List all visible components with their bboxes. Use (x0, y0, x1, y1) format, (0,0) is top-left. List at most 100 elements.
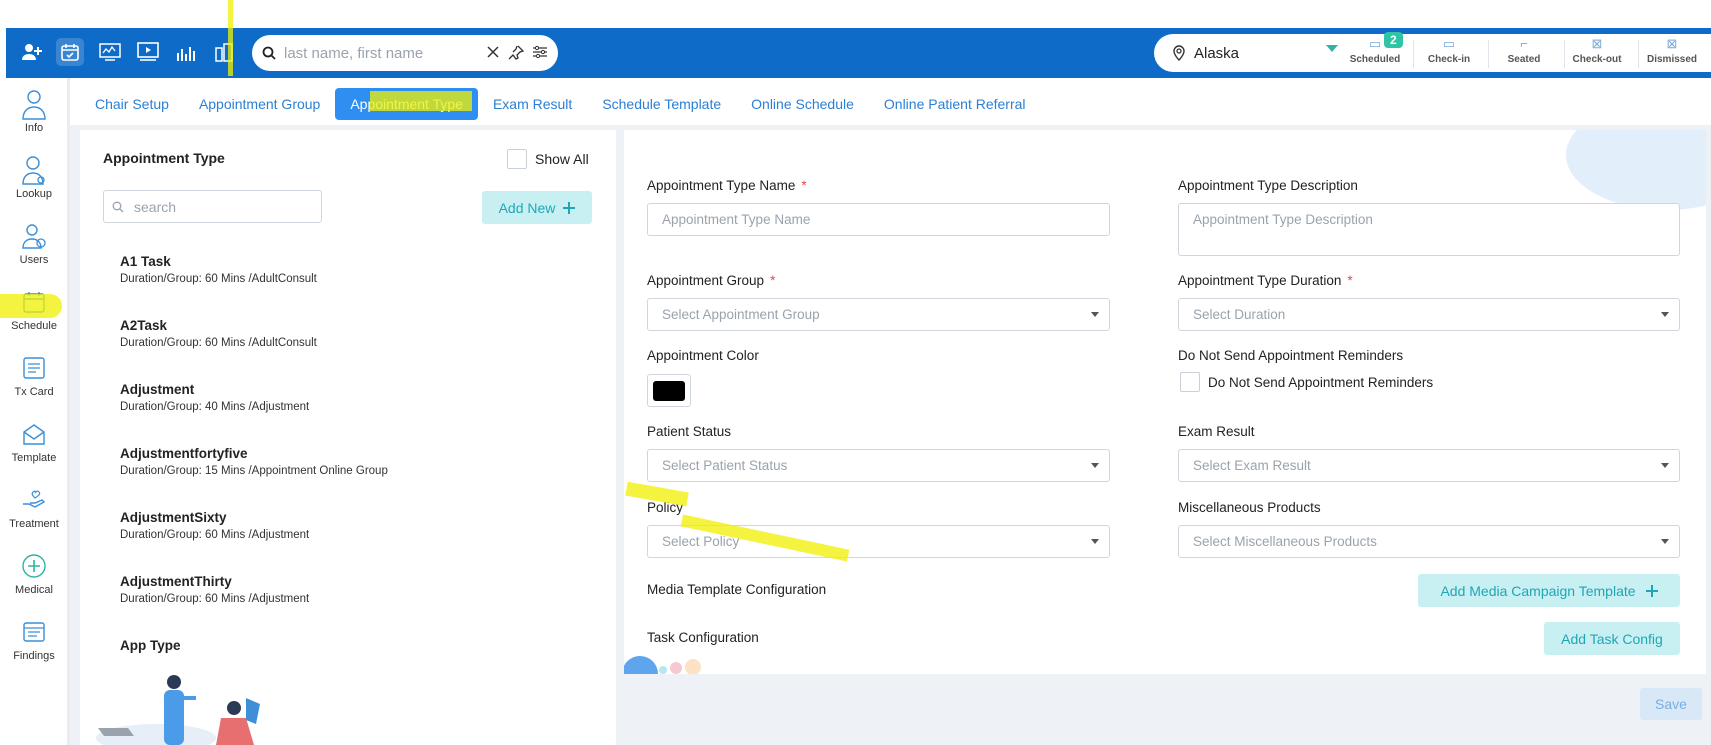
video-icon[interactable] (134, 38, 162, 66)
sidebar-item-lookup[interactable]: Lookup (0, 152, 68, 200)
sidebar-item-tx-card[interactable]: Tx Card (0, 350, 68, 398)
search-input[interactable]: last name, first name (284, 45, 486, 62)
scheduled-count-badge: 2 (1384, 32, 1403, 48)
checkbox[interactable] (1180, 372, 1200, 392)
decorative-dots (624, 656, 701, 674)
top-navbar: last name, first name Alaska ▭ 2 Schedul… (6, 28, 1711, 78)
decorative-shape (1566, 130, 1706, 210)
stat-scheduled[interactable]: ▭ 2 Scheduled (1339, 32, 1411, 65)
hand-icon (0, 482, 68, 518)
stat-check-out[interactable]: ⊠ Check-out (1561, 36, 1633, 65)
list-item[interactable]: Adjustment Duration/Group: 40 Mins /Adjus… (120, 382, 600, 446)
sidebar-item-medical[interactable]: Medical (0, 548, 68, 596)
add-media-campaign-template-button[interactable]: Add Media Campaign Template (1418, 574, 1680, 607)
analytics-icon[interactable] (172, 38, 200, 66)
policy-label: Policy (647, 500, 684, 515)
appointment-type-list-panel: Appointment Type Show All search Add New… (80, 130, 616, 745)
check-out-icon: ⊠ (1591, 36, 1603, 51)
type-description-label: Appointment Type Description (1178, 178, 1358, 193)
duration-label: Appointment Type Duration * (1178, 273, 1353, 288)
stat-check-in[interactable]: ▭ Check-in (1413, 36, 1485, 65)
findings-icon (0, 614, 68, 650)
sidebar-item-users[interactable]: Users (0, 218, 68, 266)
chevron-down-icon (1091, 312, 1099, 317)
exam-result-label: Exam Result (1178, 424, 1255, 439)
patient-search[interactable]: last name, first name (252, 35, 558, 71)
dentist-illustration (96, 675, 260, 745)
save-button[interactable]: Save (1640, 688, 1702, 720)
chevron-down-icon (1661, 463, 1669, 468)
exam-result-select[interactable]: Select Exam Result (1178, 449, 1680, 482)
show-all-checkbox[interactable]: Show All (507, 149, 589, 169)
person-icon (0, 86, 68, 122)
add-new-button[interactable]: Add New (482, 191, 592, 224)
policy-select[interactable]: Select Policy (647, 525, 1110, 558)
search-icon (262, 46, 276, 60)
chevron-down-icon (1661, 312, 1669, 317)
chair-icon: ⌐ (1520, 36, 1528, 51)
media-template-label: Media Template Configuration (647, 582, 827, 597)
sidebar-item-treatment[interactable]: Treatment (0, 482, 68, 530)
filter-icon[interactable] (532, 45, 548, 59)
group-label: Appointment Group * (647, 273, 776, 288)
location-value: Alaska (1194, 44, 1240, 62)
list-item[interactable]: A2Task Duration/Group: 60 Mins /AdultCons… (120, 318, 600, 382)
dashboard-icon[interactable] (96, 38, 124, 66)
list-item[interactable]: A1 Task Duration/Group: 60 Mins /AdultCon… (120, 254, 600, 318)
sidebar-item-schedule[interactable]: Schedule (0, 284, 68, 332)
group-select[interactable]: Select Appointment Group (647, 298, 1110, 331)
chevron-down-icon (1661, 539, 1669, 544)
tab-schedule-template[interactable]: Schedule Template (587, 88, 736, 120)
panel-title: Appointment Type (103, 150, 225, 166)
color-preview (653, 380, 685, 401)
building-icon[interactable] (210, 38, 238, 66)
list-item[interactable]: AdjustmentSixty Duration/Group: 60 Mins /… (120, 510, 600, 574)
appointment-status-panel: ▭ 2 Scheduled ▭ Check-in ⌐ Seated ⊠ Chec… (1306, 32, 1711, 72)
list-item[interactable]: AdjustmentThirty Duration/Group: 60 Mins … (120, 574, 600, 638)
appointment-type-list: A1 Task Duration/Group: 60 Mins /AdultCon… (120, 254, 600, 702)
tab-appointment-group[interactable]: Appointment Group (184, 88, 335, 120)
close-icon[interactable] (486, 45, 500, 59)
type-description-textarea[interactable]: Appointment Type Description (1178, 203, 1680, 256)
reminders-checkbox[interactable]: Do Not Send Appointment Reminders (1180, 372, 1433, 392)
sidebar-item-info[interactable]: Info (0, 86, 68, 134)
sidebar: Info Lookup Users Schedule Tx Card Templ… (0, 78, 70, 745)
tab-online-schedule[interactable]: Online Schedule (736, 88, 869, 120)
checkbox[interactable] (507, 149, 527, 169)
stat-seated[interactable]: ⌐ Seated (1488, 36, 1560, 65)
patient-status-select[interactable]: Select Patient Status (647, 449, 1110, 482)
card-icon (0, 350, 68, 386)
sidebar-item-findings[interactable]: Findings (0, 614, 68, 662)
reminders-label: Do Not Send Appointment Reminders (1178, 348, 1404, 363)
envelope-icon (0, 416, 68, 452)
tab-exam-result[interactable]: Exam Result (478, 88, 587, 120)
chevron-down-icon (1091, 463, 1099, 468)
appointment-type-form: Appointment Type Name * Appointment Type … (624, 130, 1706, 674)
chevron-down-icon[interactable] (1326, 45, 1338, 52)
tab-appointment-type[interactable]: Appointment Type (335, 88, 478, 120)
type-name-label: Appointment Type Name * (647, 178, 807, 193)
doctor-icon (0, 152, 68, 188)
color-label: Appointment Color (647, 348, 759, 363)
add-task-config-button[interactable]: Add Task Config (1544, 622, 1680, 655)
add-patient-icon[interactable] (18, 38, 46, 66)
tab-chair-setup[interactable]: Chair Setup (80, 88, 184, 120)
plus-icon (1645, 584, 1658, 597)
plus-icon (563, 201, 576, 214)
sidebar-item-template[interactable]: Template (0, 416, 68, 464)
misc-products-select[interactable]: Select Miscellaneous Products (1178, 525, 1680, 558)
color-picker[interactable] (647, 374, 691, 407)
settings-tabs: Chair Setup Appointment Group Appointmen… (80, 86, 1041, 122)
type-name-input[interactable]: Appointment Type Name (647, 203, 1110, 236)
tab-online-patient-referral[interactable]: Online Patient Referral (869, 88, 1041, 120)
pin-icon[interactable] (508, 45, 524, 61)
search-icon (112, 201, 124, 212)
list-item[interactable]: Adjustmentfortyfive Duration/Group: 15 Mi… (120, 446, 600, 510)
users-icon (0, 218, 68, 254)
medical-icon (0, 548, 68, 584)
calendar-icon[interactable] (56, 38, 84, 66)
list-search-input[interactable]: search (103, 190, 322, 223)
chevron-down-icon (1091, 539, 1099, 544)
duration-select[interactable]: Select Duration (1178, 298, 1680, 331)
stat-dismissed[interactable]: ⊠ Dismissed (1636, 36, 1708, 65)
